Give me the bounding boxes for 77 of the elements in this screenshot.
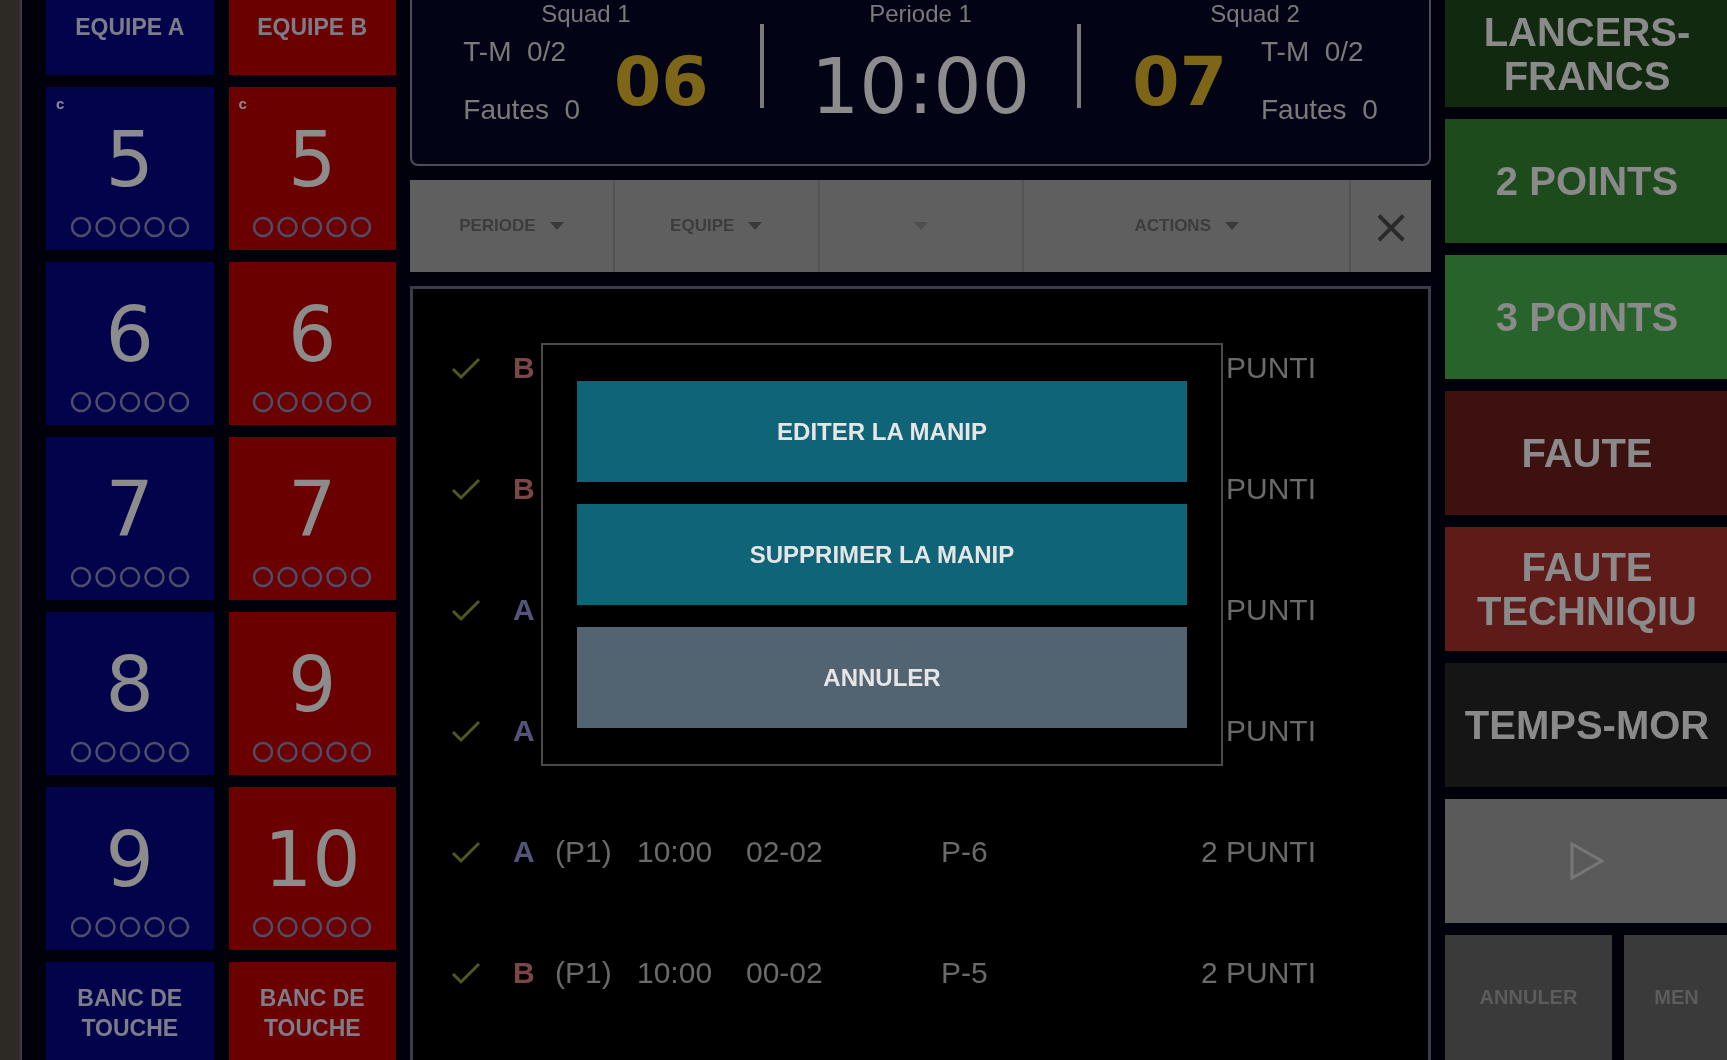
team-score: 06 [614,41,709,121]
event-points: PUNTI [1226,471,1316,506]
team-letter: B [513,955,535,990]
team-letter: A [513,834,535,869]
team-header: EQUIPE B [228,0,396,75]
action-button[interactable]: 2 POINTS [1445,119,1727,243]
period-label: Periode 1 [869,0,972,28]
foul-circles-icon [252,916,373,938]
timeouts-label: T-M 0/2 [463,36,567,68]
captain-mark: c [238,95,247,112]
player-tile[interactable]: c 5 [228,87,396,250]
event-points: PUNTI [1226,592,1316,627]
event-points: 2 PUNTI [1200,955,1316,990]
event-score: 02-02 [746,834,823,869]
event-period: (P1) [555,955,612,990]
event-points: PUNTI [1226,713,1316,748]
foul-circles-icon [252,741,373,763]
foul-circles-icon [252,391,373,413]
team-name: Squad 1 [541,0,631,28]
team-letter: B [513,471,535,506]
action-button[interactable]: 3 POINTS [1445,255,1727,379]
dialog-button[interactable]: EDITER LA MANIP [577,381,1187,482]
event-player: P-6 [941,834,988,869]
foul-circles-icon [69,741,190,763]
player-tile[interactable]: 9 [228,612,396,775]
foul-circles-icon [69,216,190,238]
event-points: 2 PUNTI [1200,834,1316,869]
check-icon [451,355,481,380]
action-button[interactable]: FAUTE [1445,391,1727,515]
foul-circles-icon [69,916,190,938]
caret-icon [748,222,763,230]
captain-mark: c [56,95,65,112]
foul-circles-icon [252,566,373,588]
foul-circles-icon [69,566,190,588]
close-button[interactable]: × [1351,180,1431,272]
event-time: 10:00 [637,955,713,990]
team-header: EQUIPE A [46,0,214,75]
caret-icon [549,222,564,230]
player-tile[interactable]: c 5 [46,87,214,250]
player-tile[interactable]: 9 [46,787,214,950]
play-icon [1570,842,1604,880]
player-tile[interactable]: 7 [228,437,396,600]
check-icon [451,839,481,864]
fouls-label: Fautes 0 [463,94,580,126]
play-button[interactable] [1445,799,1727,923]
player-tile[interactable]: 6 [228,262,396,425]
foul-circles-icon [252,216,373,238]
event-period: (P1) [555,834,612,869]
player-tile[interactable]: 6 [46,262,214,425]
check-icon [451,718,481,743]
dialog-button[interactable]: SUPPRIMER LA MANIP [577,504,1187,605]
event-player: P-5 [941,955,988,990]
team-letter: A [513,713,535,748]
event-time: 10:00 [637,834,713,869]
action-button[interactable]: LANCERS-FRANCS [1445,0,1727,107]
caret-icon [1225,222,1239,230]
event-points: PUNTI [1226,350,1316,385]
game-clock: 10:00 [811,42,1030,131]
check-icon [451,597,481,622]
team-name: Squad 2 [1210,0,1300,28]
foul-circles-icon [69,391,190,413]
timeouts-label: T-M 0/2 [1261,36,1365,68]
action-button[interactable]: TEMPS-MOR [1445,663,1727,787]
team-score: 07 [1132,41,1227,121]
fouls-label: Fautes 0 [1261,94,1378,126]
player-tile[interactable]: 8 [46,612,214,775]
action-button[interactable]: FAUTE TECHNIQIU [1445,527,1727,651]
check-icon [451,960,481,985]
player-tile[interactable]: 7 [46,437,214,600]
event-score: 00-02 [746,955,823,990]
bench-button[interactable]: BANC DE TOUCHE [228,962,396,1060]
dialog-button[interactable]: ANNULER [577,627,1187,728]
player-tile[interactable]: 10 [228,787,396,950]
bench-button[interactable]: BANC DE TOUCHE [46,962,214,1060]
check-icon [451,476,481,501]
team-letter: A [513,592,535,627]
team-letter: B [513,350,535,385]
